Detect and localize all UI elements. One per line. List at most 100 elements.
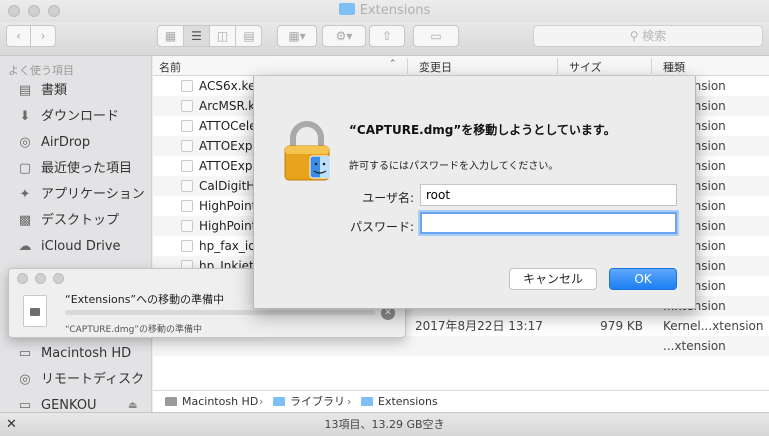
view-switcher: ▦ ☰ ◫ ▤ [157,25,262,47]
progress-bar [65,310,375,315]
dialog-message: “CAPTURE.dmg”を移動しようとしています。 [349,123,616,137]
dialog-subtext: 許可するにはパスワードを入力してください。 [349,161,559,172]
file-name: hp_fax_io. [199,239,260,253]
list-view-button[interactable]: ☰ [184,26,210,46]
sidebar-item-remote-disc[interactable]: ◎ リモートディスク [16,369,144,391]
ok-button[interactable]: OK [609,268,677,290]
status-bar: ✕ 13項目、13.29 GB空き [0,412,769,436]
file-kind: ...xtension [663,339,726,353]
recent-icon: ▢ [18,161,32,176]
desktop-icon: ▩ [18,213,32,228]
kext-file-icon [181,120,193,132]
download-icon: ⬇ [19,109,31,124]
file-size: 979 KB [600,319,643,333]
kext-file-icon [181,240,193,252]
kext-file-icon [181,220,193,232]
tag-icon: ▭ [430,29,442,43]
share-button[interactable]: ⇧ [369,25,405,47]
search-field[interactable]: ⚲ 検索 [533,25,763,47]
path-bar: Macintosh HD › ライブラリ › Extensions [153,390,769,412]
cancel-button[interactable]: キャンセル [509,268,597,290]
path-label: Extensions [378,395,438,408]
toggle-sidebar-icon[interactable]: ✕ [6,413,17,436]
sidebar-item-applications[interactable]: ✦ アプリケーション [16,184,145,206]
sidebar-item-airdrop[interactable]: ◎ AirDrop [16,132,90,154]
sidebar: よく使う項目 ▤ 書類 ⬇ ダウンロード ◎ AirDrop ▢ 最近使った項目 ✦ アプ… [0,56,152,413]
kext-file-icon [181,200,193,212]
username-label: ユーザ名: [362,191,414,205]
progress-title: “Extensions”への移動の準備中 [65,293,225,306]
sidebar-item-documents[interactable]: ▤ 書類 [16,80,67,102]
sidebar-item-macintosh-hd[interactable]: ▭ Macintosh HD [16,343,131,365]
lock-icon [284,121,331,181]
file-name: ATTOExpr [199,159,258,173]
path-label: Macintosh HD [182,395,259,408]
sort-arrow-icon: ⌃ [389,59,397,69]
progress-subtitle: “CAPTURE.dmg”の移動の準備中 [65,325,202,335]
file-kind: Kernel...xtension [663,319,764,333]
column-name[interactable]: 名前 [159,59,181,75]
sidebar-item-icloud[interactable]: ☁ iCloud Drive [16,236,121,258]
file-date: 2017年8月22日 13:17 [415,319,543,333]
authentication-dialog: “CAPTURE.dmg”を移動しようとしています。 許可するにはパスワードを入… [253,76,696,309]
cloud-icon: ☁ [18,239,32,254]
column-header: 名前 ⌃ 変更日 サイズ 種類 [153,56,769,76]
toolbar: ‹ › ▦ ☰ ◫ ▤ ▦▾ ⚙▾ ⇧ ▭ ⚲ 検索 [0,22,769,56]
sidebar-item-label: 最近使った項目 [41,161,133,176]
airdrop-icon: ◎ [19,135,31,150]
icon-view-button[interactable]: ▦ [158,26,184,46]
sidebar-item-downloads[interactable]: ⬇ ダウンロード [16,106,119,128]
file-name: HighPoint [199,199,257,213]
path-item-extensions[interactable]: Extensions [361,391,438,412]
sidebar-item-label: ダウンロード [41,109,120,124]
forward-button[interactable]: › [31,26,55,46]
dmg-file-icon [23,295,47,327]
progress-close-button[interactable] [17,273,28,284]
path-item-library[interactable]: ライブラリ [273,391,345,412]
file-name: HighPoint [199,219,257,233]
file-name: ACS6x.ke [199,79,256,93]
action-button[interactable]: ⚙▾ [322,25,366,47]
sidebar-item-label: iCloud Drive [41,239,121,254]
file-name: ATTOExpr [199,139,258,153]
sidebar-item-label: Macintosh HD [41,346,132,361]
sidebar-section-title: よく使う項目 [8,64,74,77]
folder-icon [361,397,373,406]
window-title: Extensions [0,3,769,18]
folder-icon [273,397,285,406]
path-label: ライブラリ [290,395,345,408]
gallery-view-button[interactable]: ▤ [236,26,262,46]
kext-file-icon [181,80,193,92]
column-size[interactable]: サイズ [569,59,602,75]
back-button[interactable]: ‹ [7,26,31,46]
harddisk-icon: ▭ [18,346,32,361]
file-name: ArcMSR.k [199,99,256,113]
share-icon: ⇧ [381,29,393,43]
sidebar-item-recents[interactable]: ▢ 最近使った項目 [16,158,132,180]
window-titlebar: Extensions [0,0,769,22]
table-row[interactable]: ...xtension [153,336,769,356]
folder-icon [338,3,355,15]
disc-icon: ◎ [19,372,31,387]
file-name: ATTOCele [199,119,257,133]
tag-button[interactable]: ▭ [413,25,459,47]
arrange-button[interactable]: ▦▾ [277,25,317,47]
path-separator-icon: › [347,395,352,408]
column-kind[interactable]: 種類 [663,59,685,75]
sidebar-item-label: AirDrop [41,135,91,150]
sidebar-item-label: デスクトップ [41,213,120,228]
column-view-button[interactable]: ◫ [210,26,236,46]
path-item-macintosh-hd[interactable]: Macintosh HD [165,391,258,412]
window-title-text: Extensions [359,3,431,18]
file-name: CalDigitH [199,179,256,193]
progress-zoom-button[interactable] [53,273,64,284]
sidebar-item-label: アプリケーション [41,187,145,202]
progress-minimize-button[interactable] [35,273,46,284]
harddisk-icon [165,397,177,406]
password-field[interactable] [420,212,677,234]
username-field[interactable] [420,184,677,206]
sidebar-item-label: リモートディスク [41,372,145,387]
sidebar-item-desktop[interactable]: ▩ デスクトップ [16,210,119,232]
column-date[interactable]: 変更日 [419,59,452,75]
gear-icon: ⚙ [335,29,347,43]
